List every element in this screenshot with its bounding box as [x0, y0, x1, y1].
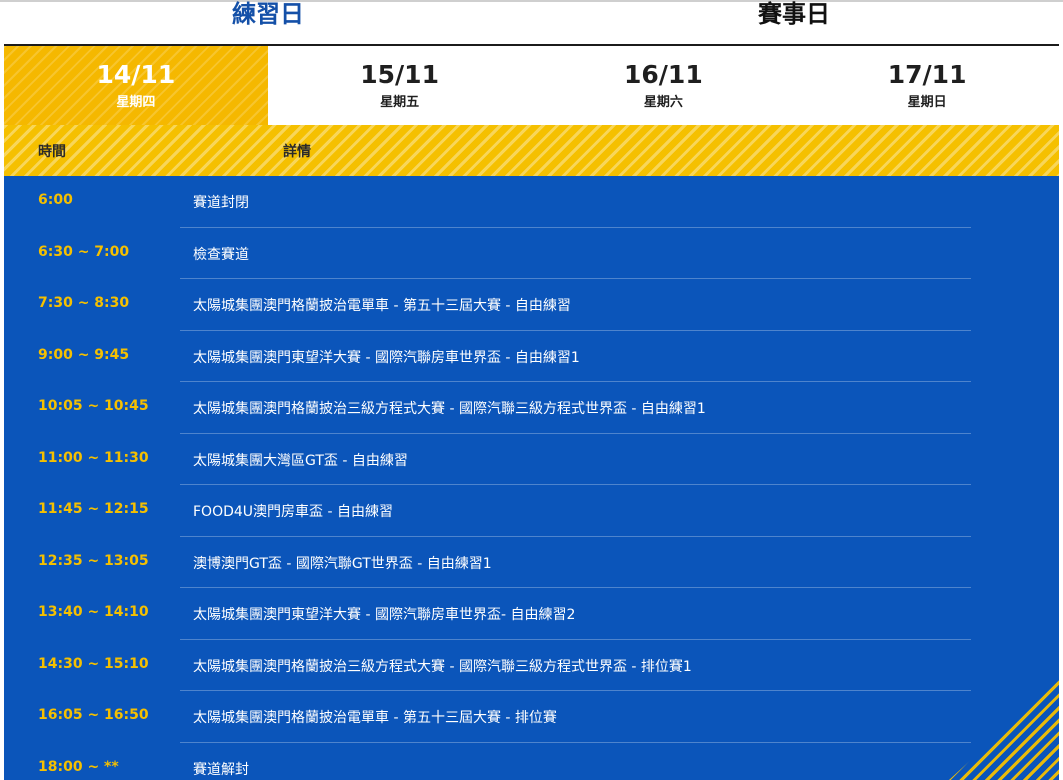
day-tab-date: 15/11 — [360, 60, 439, 89]
row-time: 7:30 ~ 8:30 — [38, 295, 130, 311]
table-row: 14:30 ~ 15:10 太陽城集團澳門格蘭披治三級方程式大賽 - 國際汽聯三… — [4, 640, 1059, 691]
row-time: 18:00 ~ ** — [38, 758, 119, 775]
top-divider — [0, 0, 1063, 2]
table-row: 7:30 ~ 8:30 太陽城集團澳門格蘭披治電單車 - 第五十三屆大賽 - 自… — [4, 279, 1059, 331]
table-row: 12:35 ~ 13:05 澳博澳門GT盃 - 國際汽聯GT世界盃 - 自由練習… — [4, 537, 1059, 588]
row-detail: 太陽城集團大灣區GT盃 - 自由練習 — [193, 452, 408, 469]
row-time: 11:00 ~ 11:30 — [38, 449, 149, 466]
row-time: 14:30 ~ 15:10 — [38, 655, 149, 672]
table-row: 16:05 ~ 16:50 太陽城集團澳門格蘭披治電單車 - 第五十三屆大賽 -… — [4, 691, 1059, 743]
day-tab-weekday: 星期四 — [116, 95, 156, 110]
row-detail: 太陽城集團澳門格蘭披治電單車 - 第五十三屆大賽 - 自由練習 — [193, 298, 571, 314]
day-tab-14-11[interactable]: 14/11 星期四 — [4, 46, 268, 125]
practice-day-heading[interactable]: 練習日 — [232, 0, 304, 28]
detail-column-label: 詳情 — [283, 144, 311, 160]
row-detail: 賽道解封 — [193, 761, 249, 778]
table-row: 18:00 ~ ** 賽道解封 — [4, 743, 1059, 780]
day-tab-date: 16/11 — [624, 60, 703, 89]
day-tab-date: 17/11 — [887, 60, 967, 89]
table-row: 6:30 ~ 7:00 檢查賽道 — [4, 228, 1059, 279]
row-detail: 賽道封閉 — [193, 195, 249, 211]
table-row: 10:05 ~ 10:45 太陽城集團澳門格蘭披治三級方程式大賽 - 國際汽聯三… — [4, 382, 1059, 434]
row-time: 9:00 ~ 9:45 — [38, 346, 130, 363]
day-tab-16-11[interactable]: 16/11 星期六 — [532, 46, 796, 125]
day-tab-date: 14/11 — [96, 60, 176, 89]
day-tab-weekday: 星期五 — [380, 95, 420, 110]
row-time: 10:05 ~ 10:45 — [38, 398, 149, 414]
row-detail: 太陽城集團澳門東望洋大賽 - 國際汽聯房車世界盃- 自由練習2 — [193, 607, 576, 623]
table-row: 6:00 賽道封閉 — [4, 176, 1059, 228]
row-detail: 太陽城集團澳門格蘭披治三級方程式大賽 - 國際汽聯三級方程式世界盃 - 排位賽1 — [193, 658, 692, 675]
race-day-heading[interactable]: 賽事日 — [758, 0, 830, 28]
schedule-column-header: 時間 詳情 — [4, 125, 1059, 176]
row-detail: 檢查賽道 — [193, 246, 249, 263]
row-time: 11:45 ~ 12:15 — [38, 501, 149, 517]
day-tab-15-11[interactable]: 15/11 星期五 — [268, 46, 532, 125]
day-tab-17-11[interactable]: 17/11 星期日 — [795, 46, 1059, 125]
row-detail: 太陽城集團澳門格蘭披治電單車 - 第五十三屆大賽 - 排位賽 — [193, 710, 557, 726]
row-detail: 澳博澳門GT盃 - 國際汽聯GT世界盃 - 自由練習1 — [193, 555, 492, 572]
table-row: 11:45 ~ 12:15 FOOD4U澳門房車盃 - 自由練習 — [4, 485, 1059, 537]
day-tab-weekday: 星期六 — [643, 95, 683, 110]
row-time: 6:00 — [38, 192, 73, 208]
table-row: 9:00 ~ 9:45 太陽城集團澳門東望洋大賽 - 國際汽聯房車世界盃 - 自… — [4, 331, 1059, 382]
table-row: 13:40 ~ 14:10 太陽城集團澳門東望洋大賽 - 國際汽聯房車世界盃- … — [4, 588, 1059, 640]
table-row: 11:00 ~ 11:30 太陽城集團大灣區GT盃 - 自由練習 — [4, 434, 1059, 485]
time-column-label: 時間 — [38, 144, 66, 160]
schedule-table: 6:00 賽道封閉 6:30 ~ 7:00 檢查賽道 7:30 ~ 8:30 太… — [4, 176, 1059, 780]
row-time: 12:35 ~ 13:05 — [38, 552, 149, 569]
row-detail: 太陽城集團澳門格蘭披治三級方程式大賽 - 國際汽聯三級方程式世界盃 - 自由練習… — [193, 401, 706, 417]
row-time: 16:05 ~ 16:50 — [38, 707, 149, 723]
top-header: 練習日 賽事日 — [0, 0, 1063, 45]
row-time: 13:40 ~ 14:10 — [38, 604, 149, 620]
row-time: 6:30 ~ 7:00 — [38, 243, 130, 260]
day-tab-weekday: 星期日 — [907, 95, 947, 110]
row-detail: FOOD4U澳門房車盃 - 自由練習 — [193, 504, 393, 520]
day-tabs: 14/11 星期四 15/11 星期五 16/11 星期六 17/11 星期日 — [4, 44, 1059, 125]
row-detail: 太陽城集團澳門東望洋大賽 - 國際汽聯房車世界盃 - 自由練習1 — [193, 349, 580, 366]
